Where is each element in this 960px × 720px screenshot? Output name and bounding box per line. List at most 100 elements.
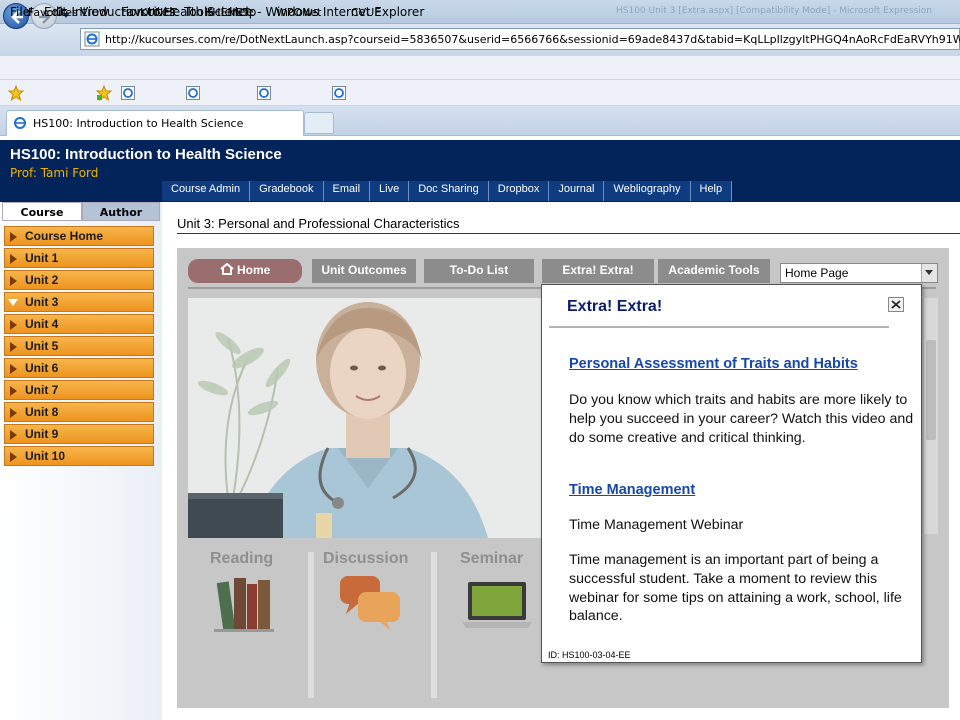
tab-home[interactable]: Home xyxy=(188,259,302,283)
unit-heading: Unit 3: Personal and Professional Charac… xyxy=(177,216,460,231)
nav-live[interactable]: Live xyxy=(370,181,410,201)
sidebar-item-unit-8[interactable]: Unit 8 xyxy=(4,402,154,422)
nav-dropbox[interactable]: Dropbox xyxy=(489,181,550,201)
tab-home-label: Home xyxy=(237,263,271,277)
tab-academic-tools[interactable]: Academic Tools xyxy=(658,259,770,283)
expand-arrow-icon xyxy=(10,452,17,462)
seminar-label[interactable]: Seminar xyxy=(460,550,523,568)
popup-divider xyxy=(549,326,889,328)
nav-email[interactable]: Email xyxy=(324,181,371,201)
link-time-management[interactable]: Time Management xyxy=(569,482,695,498)
favorites-star-icon[interactable] xyxy=(8,85,24,101)
expand-arrow-icon xyxy=(10,408,17,418)
sidebar-item-unit-3[interactable]: Unit 3 xyxy=(4,292,154,312)
nav-webliography[interactable]: Webliography xyxy=(604,181,691,201)
add-favorite-icon[interactable] xyxy=(96,85,112,101)
reading-label[interactable]: Reading xyxy=(210,550,273,568)
ie-page-icon xyxy=(257,86,271,100)
ie-page-icon xyxy=(121,86,135,100)
sidebar-tab-course[interactable]: Course xyxy=(2,202,82,221)
address-text[interactable]: http://kucourses.com/re/DotNextLaunch.as… xyxy=(105,33,960,46)
expand-arrow-icon xyxy=(10,342,17,352)
expand-arrow-icon xyxy=(10,254,17,264)
sidebar-item-course-home[interactable]: Course Home xyxy=(4,226,154,246)
nav-doc-sharing[interactable]: Doc Sharing xyxy=(409,181,489,201)
expand-arrow-icon xyxy=(10,364,17,374)
popup-content-id: ID: HS100-03-04-EE xyxy=(548,650,631,660)
browser-tab-title: HS100: Introduction to Health Science xyxy=(33,117,244,130)
favorite-link-cvue[interactable]: CVUE xyxy=(351,6,381,19)
expand-arrow-icon xyxy=(10,320,17,330)
ie-page-icon xyxy=(14,117,26,129)
nav-journal[interactable]: Journal xyxy=(549,181,605,201)
sidebar-item-label: Unit 4 xyxy=(25,317,59,331)
sidebar-item-unit-10[interactable]: Unit 10 xyxy=(4,446,154,466)
column-divider xyxy=(431,552,437,698)
sidebar-item-label: Unit 1 xyxy=(25,251,59,265)
address-bar[interactable]: http://kucourses.com/re/DotNextLaunch.as… xyxy=(80,28,960,50)
books-icon[interactable] xyxy=(212,574,276,632)
link-personal-assessment[interactable]: Personal Assessment of Traits and Habits xyxy=(569,356,858,372)
tab-extra-extra[interactable]: Extra! Extra! xyxy=(542,259,654,283)
sidebar-item-label: Unit 7 xyxy=(25,383,59,397)
popup-title: Extra! Extra! xyxy=(567,298,663,315)
course-top-nav: Course Admin Gradebook Email Live Doc Sh… xyxy=(162,181,733,201)
expand-arrow-icon xyxy=(10,430,17,440)
nurse-illustration xyxy=(188,298,543,538)
course-title: HS100: Introduction to Health Science xyxy=(10,146,282,163)
sidebar-item-label: Unit 9 xyxy=(25,427,59,441)
close-icon xyxy=(891,300,901,309)
menu-bar xyxy=(0,56,960,80)
home-icon xyxy=(220,262,234,275)
expand-arrow-icon xyxy=(10,386,17,396)
favorite-link-kunet[interactable]: KUNET xyxy=(140,6,177,19)
heading-divider xyxy=(177,233,960,234)
page-select-value: Home Page xyxy=(785,266,849,280)
page-select[interactable]: Home Page xyxy=(780,263,938,283)
background-window-title: HS100 Unit 3 [Extra.aspx] [Compatibility… xyxy=(616,6,932,16)
menu-view[interactable]: View xyxy=(80,5,108,19)
tab-unit-outcomes[interactable]: Unit Outcomes xyxy=(312,259,416,283)
scrollbar-thumb[interactable] xyxy=(926,340,936,440)
sidebar-item-unit-7[interactable]: Unit 7 xyxy=(4,380,154,400)
popup-close-button[interactable] xyxy=(888,297,904,312)
page-icon xyxy=(84,31,100,47)
nav-course-admin[interactable]: Course Admin xyxy=(162,181,251,201)
laptop-icon[interactable] xyxy=(462,580,532,630)
professor-name: Prof: Tami Ford xyxy=(10,166,99,180)
sidebar-item-label: Unit 10 xyxy=(25,449,66,463)
speech-bubbles-icon[interactable] xyxy=(338,574,404,632)
favorites-bar xyxy=(0,80,960,106)
sidebar-item-label: Unit 6 xyxy=(25,361,59,375)
sidebar-item-label: Course Home xyxy=(25,229,104,243)
sidebar-item-unit-2[interactable]: Unit 2 xyxy=(4,270,154,290)
browser-tab-active[interactable]: HS100: Introduction to Health Science xyxy=(6,110,304,136)
ie-page-icon xyxy=(332,86,346,100)
time-management-subtitle: Time Management Webinar xyxy=(569,517,744,533)
chevron-down-icon xyxy=(925,270,933,275)
column-divider xyxy=(308,552,314,698)
sidebar-tab-author[interactable]: Author xyxy=(82,202,160,221)
select-dropdown-button[interactable] xyxy=(921,264,937,282)
time-management-description: Time management is an important part of … xyxy=(569,552,902,625)
collapse-arrow-icon xyxy=(8,299,18,306)
discussion-label[interactable]: Discussion xyxy=(323,550,408,568)
new-tab-button[interactable] xyxy=(304,112,334,134)
sidebar-item-unit-1[interactable]: Unit 1 xyxy=(4,248,154,268)
favorite-link-wponet[interactable]: WPONet xyxy=(276,6,321,19)
personal-assessment-description: Do you know which traits and habits are … xyxy=(569,392,914,446)
nav-gradebook[interactable]: Gradebook xyxy=(250,181,324,201)
sidebar-item-unit-9[interactable]: Unit 9 xyxy=(4,424,154,444)
ie-page-icon xyxy=(186,86,200,100)
tab-to-do-list[interactable]: To-Do List xyxy=(424,259,534,283)
sidebar-item-unit-6[interactable]: Unit 6 xyxy=(4,358,154,378)
favorite-link-khenet[interactable]: KHENET xyxy=(205,6,249,19)
nav-help[interactable]: Help xyxy=(691,181,733,201)
expand-arrow-icon xyxy=(10,232,17,242)
sidebar-item-label: Unit 8 xyxy=(25,405,59,419)
expand-arrow-icon xyxy=(10,276,17,286)
sidebar-item-unit-4[interactable]: Unit 4 xyxy=(4,314,154,334)
favorites-label[interactable]: Favorites xyxy=(28,6,78,19)
sidebar-item-unit-5[interactable]: Unit 5 xyxy=(4,336,154,356)
sidebar-item-label: Unit 2 xyxy=(25,273,59,287)
